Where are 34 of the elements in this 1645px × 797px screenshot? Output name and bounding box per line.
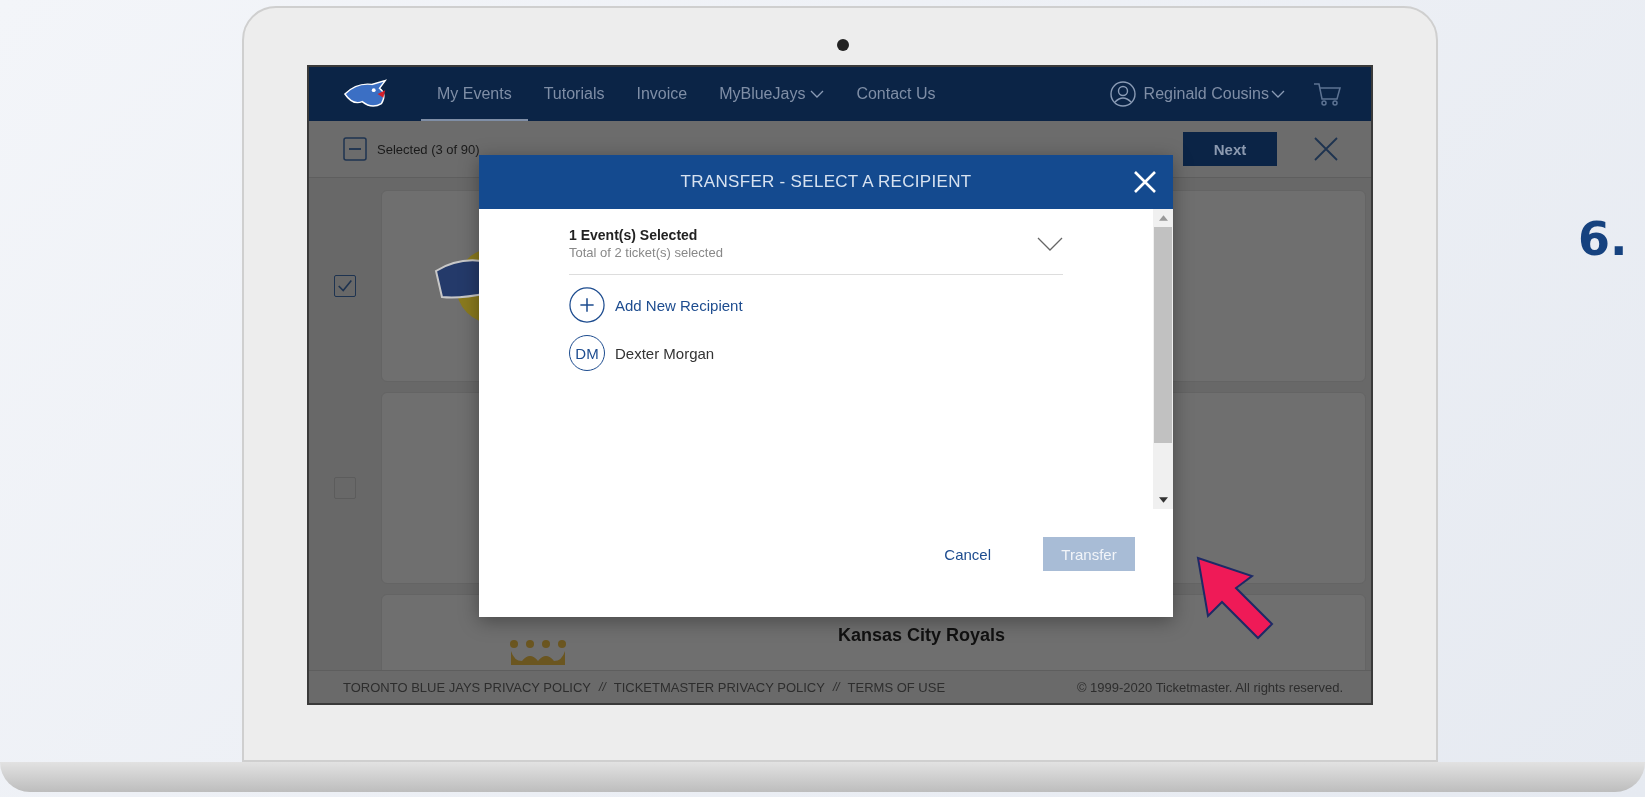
cursor-arrow-icon [1196, 556, 1276, 642]
footer-separator: // [832, 680, 840, 694]
nav-tab[interactable]: Tutorials [527, 67, 621, 122]
next-button[interactable]: Next [1183, 132, 1277, 166]
deselect-checkbox-icon[interactable] [343, 137, 367, 161]
footer-separator: // [599, 680, 606, 694]
chevron-down-icon[interactable] [1037, 236, 1063, 251]
copyright-text: © 1999-2020 Ticketmaster. All rights reserved. [1076, 679, 1343, 695]
cancel-button[interactable]: Cancel [938, 544, 997, 564]
scrollbar[interactable] [1153, 209, 1173, 509]
add-recipient-link[interactable]: Add New Recipient [615, 296, 743, 314]
user-menu[interactable]: Reginald Cousins [1143, 85, 1269, 103]
cart-icon[interactable] [1313, 81, 1341, 107]
scroll-up-arrow-icon[interactable] [1158, 215, 1168, 221]
user-icon [1109, 81, 1136, 107]
dialog-title: TRANSFER - SELECT A RECIPIENT [680, 172, 972, 192]
events-selected-title: 1 Event(s) Selected [569, 227, 699, 243]
recipient-name[interactable]: Dexter Morgan [615, 344, 715, 362]
tickets-selected-text: Total of 2 ticket(s) selected [569, 245, 724, 260]
camera-dot [837, 39, 849, 51]
nav-tab[interactable]: MyBlueJays [703, 67, 841, 122]
footer-link[interactable]: TICKETMASTER PRIVACY POLICY [613, 679, 825, 695]
chevron-down-icon [1271, 90, 1285, 98]
footer-link[interactable]: TERMS OF USE [847, 679, 946, 695]
crown-icon [508, 639, 568, 665]
step-number: 6. [1578, 212, 1628, 266]
team-name: Kansas City Royals [838, 625, 1006, 646]
scroll-down-arrow-icon[interactable] [1158, 497, 1168, 503]
footer-link[interactable]: TORONTO BLUE JAYS PRIVACY POLICY [343, 679, 592, 695]
selection-count: Selected (3 of 90) [377, 141, 480, 157]
nav-tab[interactable]: Invoice [620, 67, 704, 122]
plus-circle-icon[interactable] [569, 287, 605, 323]
nav-tab[interactable]: Contact Us [840, 67, 952, 122]
event-checkbox[interactable] [334, 275, 356, 297]
